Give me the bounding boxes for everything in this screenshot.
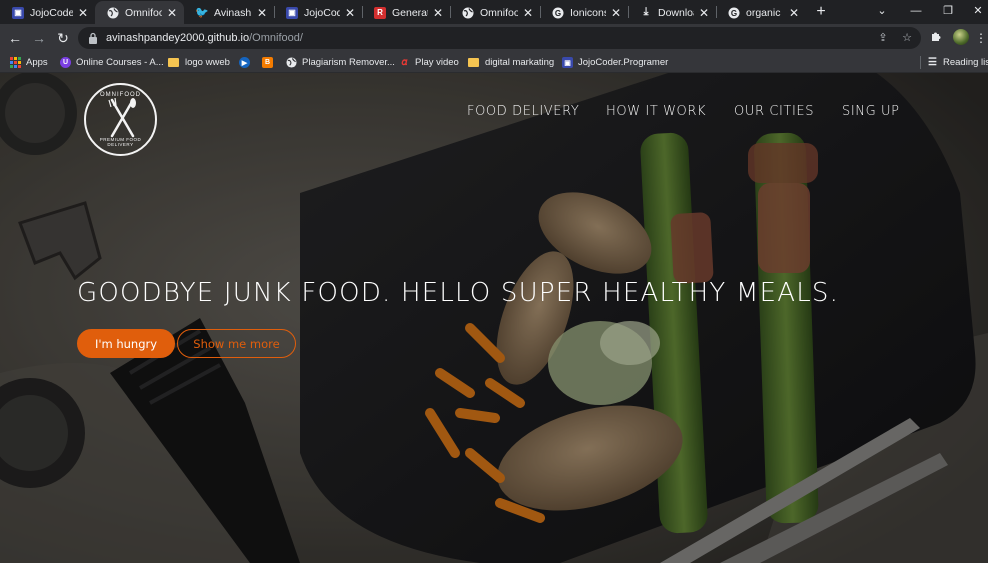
reload-icon[interactable]: ↻ — [54, 29, 72, 47]
bookmark-play-video[interactable]: 𝛼 Play video — [399, 55, 459, 70]
close-icon[interactable]: ✕ — [610, 6, 622, 20]
tab-label: Ionicons U — [570, 6, 606, 19]
reading-list-button[interactable]: ☰ Reading list — [927, 55, 988, 70]
blogger-favicon-icon: B — [262, 57, 273, 68]
nav-our-cities[interactable]: OUR CITIES — [734, 104, 814, 119]
back-arrow-icon[interactable]: ← — [6, 29, 24, 47]
globe-icon — [286, 57, 297, 68]
play-favicon-icon: ▶ — [239, 57, 250, 68]
logo-tagline: PREMIUM FOOD DELIVERY — [99, 137, 142, 147]
bookmark-label: Plagiarism Remover... — [302, 57, 395, 68]
download-icon: ⤓ — [643, 6, 649, 18]
twitter-icon: 🐦 — [195, 7, 209, 19]
tab-strip: ▣ JojoCoder ✕ Omnifood ✕ 🐦 Avinash pa ✕ … — [0, 0, 988, 24]
svg-text:G: G — [731, 9, 737, 18]
forward-arrow-icon[interactable]: → — [30, 29, 48, 47]
generator-favicon-icon: R — [374, 6, 386, 19]
bookmarks-bar: Apps U Online Courses - A... logo wweb ▶… — [0, 52, 988, 73]
close-icon[interactable]: ✕ — [698, 6, 710, 20]
jojocoder-favicon-icon: ▣ — [12, 6, 24, 19]
google-icon: G — [728, 7, 740, 19]
profile-avatar[interactable] — [953, 29, 969, 45]
nav-how-it-work[interactable]: HOW IT WORK — [606, 104, 706, 119]
extensions-puzzle-icon[interactable] — [928, 30, 944, 46]
close-icon[interactable]: ✕ — [788, 6, 800, 20]
nav-sing-up[interactable]: SING UP — [842, 104, 900, 119]
bookmark-blogger[interactable]: B — [262, 55, 278, 70]
folder-icon — [468, 58, 479, 67]
address-bar[interactable]: avinashpandey2000.github.io/Omnifood/ ⇪ … — [78, 27, 921, 49]
tab-generate[interactable]: R Generate y ✕ — [362, 1, 450, 24]
video-favicon-icon: 𝛼 — [401, 57, 408, 68]
tab-omnifood-active[interactable]: Omnifood ✕ — [95, 1, 184, 24]
tab-omnifood-2[interactable]: Omnifood ✕ — [450, 1, 540, 24]
nav-food-delivery[interactable]: FOOD DELIVERY — [467, 104, 579, 119]
omnifood-hero: OMNIFOOD PREMIUM FOOD DELIVERY FOOD DELI… — [0, 73, 988, 563]
bookmark-label: Play video — [415, 57, 459, 68]
tab-label: Omnifood — [125, 6, 162, 19]
bookmark-online-courses[interactable]: U Online Courses - A... — [60, 55, 164, 70]
tab-label: Generate y — [392, 6, 428, 19]
bookmarks-separator — [920, 56, 921, 69]
tab-label: Omnifood — [480, 6, 518, 19]
tab-avinash[interactable]: 🐦 Avinash pa ✕ — [184, 1, 274, 24]
close-icon[interactable]: ✕ — [77, 6, 89, 20]
bookmark-jojocoder-programer[interactable]: ▣ JojoCoder.Programer — [562, 55, 668, 70]
tab-label: organic icc — [746, 6, 784, 19]
close-icon[interactable]: ✕ — [522, 6, 534, 20]
tab-search-chevron-icon[interactable]: ⌄ — [872, 2, 892, 20]
close-icon[interactable]: ✕ — [166, 6, 178, 20]
bookmark-star-icon[interactable]: ☆ — [900, 31, 914, 45]
bookmark-digital-markating[interactable]: digital markating — [468, 55, 554, 70]
tab-label: JojoCoder — [30, 6, 73, 19]
reading-list-label: Reading list — [943, 57, 988, 68]
tab-jojocoder-2[interactable]: ▣ JojoCoder ✕ — [274, 1, 362, 24]
url-host: avinashpandey2000.github.io — [106, 32, 250, 44]
google-icon: G — [552, 7, 564, 19]
tab-organic-icons[interactable]: G organic icc ✕ — [716, 1, 806, 24]
bookmark-logo-wweb[interactable]: logo wweb — [168, 55, 230, 70]
apps-grid-icon — [10, 57, 21, 68]
folder-icon — [168, 58, 179, 67]
bookmark-label: Online Courses - A... — [76, 57, 164, 68]
bookmark-label: digital markating — [485, 57, 555, 68]
bookmark-plagiarism-remover[interactable]: Plagiarism Remover... — [286, 55, 395, 70]
window-close-icon[interactable]: ✕ — [968, 2, 988, 20]
show-me-more-button[interactable]: Show me more — [177, 329, 296, 358]
new-tab-plus-icon[interactable]: + — [812, 3, 830, 21]
bookmark-label: logo wweb — [185, 57, 230, 68]
courses-favicon-icon: U — [60, 57, 71, 68]
close-icon[interactable]: ✕ — [344, 6, 356, 20]
restore-icon[interactable]: ❐ — [938, 2, 958, 20]
minimize-icon[interactable]: — — [906, 2, 926, 20]
bookmark-play[interactable]: ▶ — [239, 55, 255, 70]
tab-download[interactable]: ⤓ Download ✕ — [628, 1, 716, 24]
tab-label: Avinash pa — [214, 6, 252, 19]
hero-headline: GOODBYE JUNK FOOD. HELLO SUPER HEALTHY M… — [77, 278, 840, 308]
bookmark-label: JojoCoder.Programer — [578, 57, 669, 68]
tab-ionicons[interactable]: G Ionicons U ✕ — [540, 1, 628, 24]
tab-label: Download — [658, 6, 694, 19]
close-icon[interactable]: ✕ — [432, 6, 444, 20]
fork-knife-icon — [108, 98, 136, 138]
omnifood-logo[interactable]: OMNIFOOD PREMIUM FOOD DELIVERY — [84, 83, 157, 156]
menu-kebab-icon[interactable]: ⋮ — [975, 30, 987, 46]
close-icon[interactable]: ✕ — [256, 6, 268, 20]
bookmark-label: Apps — [26, 57, 48, 68]
globe-icon — [107, 7, 119, 19]
svg-text:G: G — [555, 9, 561, 18]
bookmark-apps[interactable]: Apps — [10, 55, 48, 70]
tab-jojocoder-1[interactable]: ▣ JojoCoder ✕ — [0, 1, 95, 24]
globe-icon — [462, 7, 474, 19]
share-icon[interactable]: ⇪ — [876, 31, 890, 45]
lock-icon — [89, 32, 97, 44]
tab-label: JojoCoder — [304, 6, 340, 19]
reading-list-icon: ☰ — [928, 57, 937, 68]
url-path: /Omnifood/ — [249, 32, 303, 44]
jojocoder-favicon-icon: ▣ — [286, 6, 298, 19]
jojocoder-favicon-icon: ▣ — [562, 57, 573, 68]
browser-toolbar: ← → ↻ avinashpandey2000.github.io/Omnifo… — [0, 24, 988, 52]
im-hungry-button[interactable]: I'm hungry — [77, 329, 175, 358]
